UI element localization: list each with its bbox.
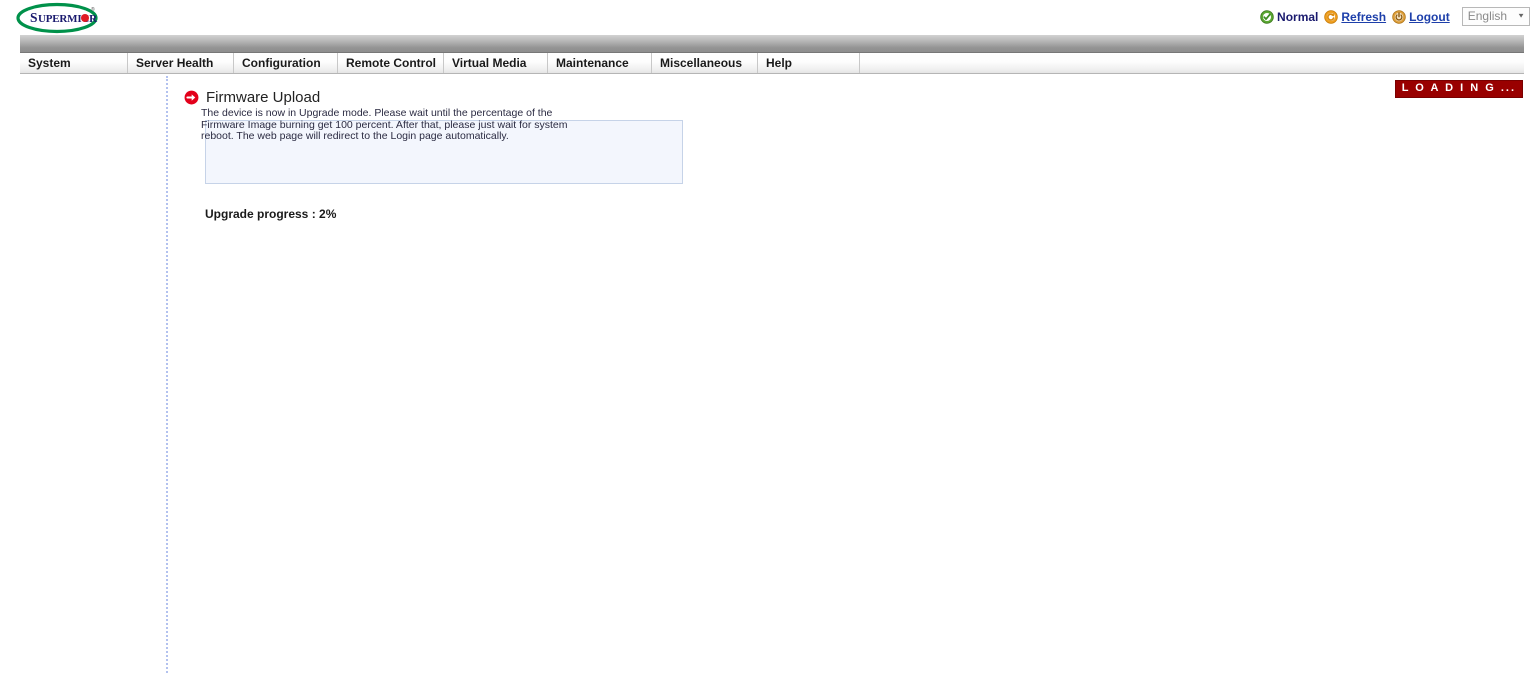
main-content: Firmware Upload L O A D I N G ... The de… <box>184 80 1536 673</box>
svg-text:UPERMICR: UPERMICR <box>38 13 98 25</box>
menu-item-system[interactable]: System <box>20 53 128 73</box>
logout-power-icon <box>1392 9 1406 24</box>
menu-item-server-health[interactable]: Server Health <box>128 53 234 73</box>
red-arrow-right-icon <box>184 90 199 104</box>
menubar-filler <box>860 53 1524 73</box>
green-check-circle-icon <box>1260 9 1274 24</box>
menu-item-configuration[interactable]: Configuration <box>234 53 338 73</box>
supermicro-logo[interactable]: S UPERMICR ® <box>14 2 104 34</box>
upgrade-message-text: The device is now in Upgrade mode. Pleas… <box>201 107 568 142</box>
page-header: S UPERMICR ® Normal Refresh Logout Engli… <box>0 0 1536 36</box>
menubar: System Server Health Configuration Remot… <box>20 53 1524 74</box>
svg-text:S: S <box>30 10 37 25</box>
status-indicator: Normal <box>1260 10 1318 24</box>
refresh-button[interactable]: Refresh <box>1324 10 1386 24</box>
status-label: Normal <box>1277 9 1319 24</box>
menubar-gradient-strip <box>20 35 1524 53</box>
language-select[interactable]: English ▼ <box>1461 7 1530 26</box>
language-value: English <box>1467 9 1508 23</box>
menu-item-maintenance[interactable]: Maintenance <box>548 53 652 73</box>
refresh-circle-icon <box>1324 9 1339 24</box>
menu-item-remote-control[interactable]: Remote Control <box>338 53 444 73</box>
page-title: Firmware Upload <box>206 88 321 106</box>
menu-item-virtual-media[interactable]: Virtual Media <box>444 53 548 73</box>
loading-badge: L O A D I N G ... <box>1394 80 1523 98</box>
menu-item-miscellaneous[interactable]: Miscellaneous <box>652 53 758 73</box>
chevron-down-icon: ▼ <box>1517 12 1525 20</box>
main-navigation: System Server Health Configuration Remot… <box>20 35 1524 74</box>
upgrade-progress-label: Upgrade progress : 2% <box>205 207 337 221</box>
sidebar-divider <box>166 76 168 673</box>
header-tools: Normal Refresh Logout English ▼ <box>1260 7 1530 26</box>
logout-label: Logout <box>1409 9 1450 24</box>
logout-button[interactable]: Logout <box>1392 10 1450 24</box>
supermicro-logo-icon: S UPERMICR ® <box>16 2 98 34</box>
refresh-label: Refresh <box>1341 9 1387 24</box>
page-title-row: Firmware Upload <box>184 86 1536 108</box>
menu-item-help[interactable]: Help <box>758 53 860 73</box>
svg-text:®: ® <box>91 6 95 13</box>
